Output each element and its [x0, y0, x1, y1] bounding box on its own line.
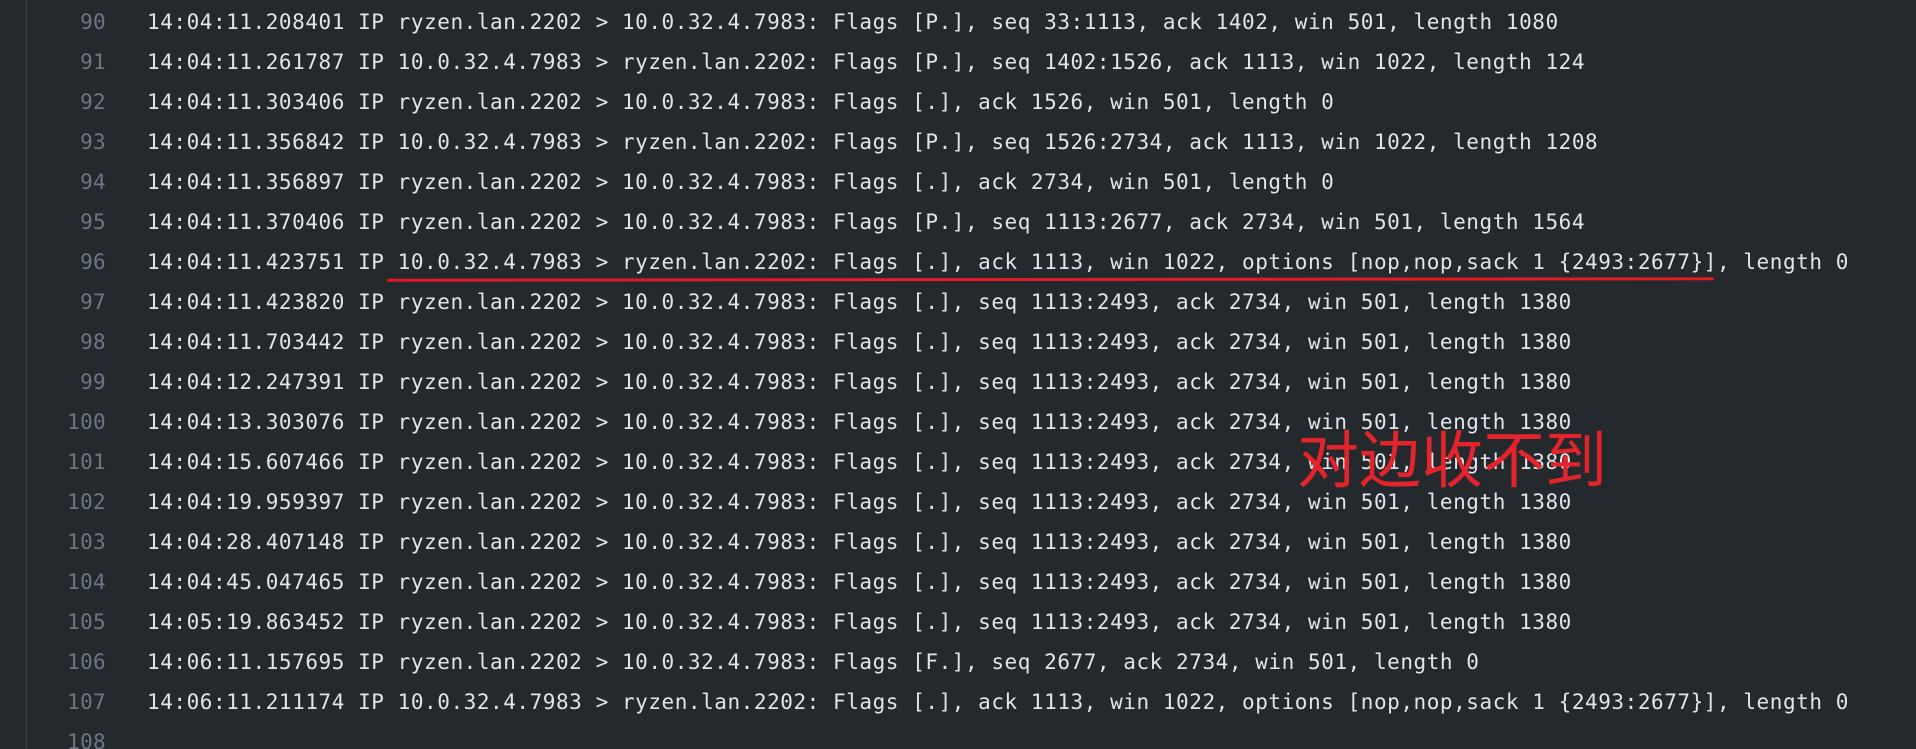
line-number: 92: [80, 90, 106, 114]
code-line[interactable]: 90 14:04:11.208401 IP ryzen.lan.2202 > 1…: [0, 2, 1916, 42]
line-number: 99: [80, 370, 106, 394]
line-number: 101: [67, 450, 106, 474]
line-text[interactable]: 14:04:45.047465 IP ryzen.lan.2202 > 10.0…: [147, 570, 1572, 594]
code-editor[interactable]: 90 14:04:11.208401 IP ryzen.lan.2202 > 1…: [0, 0, 1916, 749]
line-text[interactable]: 14:04:11.370406 IP ryzen.lan.2202 > 10.0…: [147, 210, 1585, 234]
line-number: 93: [80, 130, 106, 154]
line-text[interactable]: 14:06:11.211174 IP 10.0.32.4.7983 > ryze…: [147, 690, 1849, 714]
line-number: 108: [67, 730, 106, 749]
code-line[interactable]: 91 14:04:11.261787 IP 10.0.32.4.7983 > r…: [0, 42, 1916, 82]
line-number: 97: [80, 290, 106, 314]
code-line[interactable]: 106 14:06:11.157695 IP ryzen.lan.2202 > …: [0, 642, 1916, 682]
line-text[interactable]: 14:05:19.863452 IP ryzen.lan.2202 > 10.0…: [147, 610, 1572, 634]
line-text[interactable]: 14:04:11.356897 IP ryzen.lan.2202 > 10.0…: [147, 170, 1334, 194]
line-text[interactable]: 14:04:28.407148 IP ryzen.lan.2202 > 10.0…: [147, 530, 1572, 554]
line-text[interactable]: 14:06:11.157695 IP ryzen.lan.2202 > 10.0…: [147, 650, 1480, 674]
line-number: 105: [67, 610, 106, 634]
code-line[interactable]: 105 14:05:19.863452 IP ryzen.lan.2202 > …: [0, 602, 1916, 642]
code-line[interactable]: 101 14:04:15.607466 IP ryzen.lan.2202 > …: [0, 442, 1916, 482]
line-number: 91: [80, 50, 106, 74]
code-line[interactable]: 107 14:06:11.211174 IP 10.0.32.4.7983 > …: [0, 682, 1916, 722]
line-number: 94: [80, 170, 106, 194]
line-number: 107: [67, 690, 106, 714]
code-line[interactable]: 97 14:04:11.423820 IP ryzen.lan.2202 > 1…: [0, 282, 1916, 322]
code-line[interactable]: 103 14:04:28.407148 IP ryzen.lan.2202 > …: [0, 522, 1916, 562]
line-text[interactable]: 14:04:11.261787 IP 10.0.32.4.7983 > ryze…: [147, 50, 1585, 74]
line-number: 90: [80, 10, 106, 34]
line-number: 102: [67, 490, 106, 514]
code-line[interactable]: 102 14:04:19.959397 IP ryzen.lan.2202 > …: [0, 482, 1916, 522]
handwritten-annotation: 对边收不到: [1297, 424, 1608, 497]
code-line[interactable]: 95 14:04:11.370406 IP ryzen.lan.2202 > 1…: [0, 202, 1916, 242]
line-text[interactable]: 14:04:11.208401 IP ryzen.lan.2202 > 10.0…: [147, 10, 1559, 34]
line-number: 100: [67, 410, 106, 434]
line-text[interactable]: 14:04:11.423751 IP 10.0.32.4.7983 > ryze…: [147, 250, 1849, 274]
code-line[interactable]: 94 14:04:11.356897 IP ryzen.lan.2202 > 1…: [0, 162, 1916, 202]
line-text[interactable]: 14:04:11.356842 IP 10.0.32.4.7983 > ryze…: [147, 130, 1598, 154]
code-line[interactable]: 104 14:04:45.047465 IP ryzen.lan.2202 > …: [0, 562, 1916, 602]
line-text[interactable]: 14:04:11.703442 IP ryzen.lan.2202 > 10.0…: [147, 330, 1572, 354]
code-line[interactable]: 98 14:04:11.703442 IP ryzen.lan.2202 > 1…: [0, 322, 1916, 362]
code-line[interactable]: 92 14:04:11.303406 IP ryzen.lan.2202 > 1…: [0, 82, 1916, 122]
code-line[interactable]: 99 14:04:12.247391 IP ryzen.lan.2202 > 1…: [0, 362, 1916, 402]
line-text[interactable]: 14:04:11.423820 IP ryzen.lan.2202 > 10.0…: [147, 290, 1572, 314]
line-number: 95: [80, 210, 106, 234]
code-line[interactable]: 100 14:04:13.303076 IP ryzen.lan.2202 > …: [0, 402, 1916, 442]
line-number: 104: [67, 570, 106, 594]
code-line[interactable]: 93 14:04:11.356842 IP 10.0.32.4.7983 > r…: [0, 122, 1916, 162]
line-number: 98: [80, 330, 106, 354]
line-text[interactable]: 14:04:11.303406 IP ryzen.lan.2202 > 10.0…: [147, 90, 1334, 114]
line-number: 103: [67, 530, 106, 554]
code-line-highlighted[interactable]: 96 14:04:11.423751 IP 10.0.32.4.7983 > r…: [0, 242, 1916, 282]
line-number: 96: [80, 250, 106, 274]
code-line[interactable]: 108: [0, 722, 1916, 749]
line-number: 106: [67, 650, 106, 674]
line-text[interactable]: 14:04:12.247391 IP ryzen.lan.2202 > 10.0…: [147, 370, 1572, 394]
